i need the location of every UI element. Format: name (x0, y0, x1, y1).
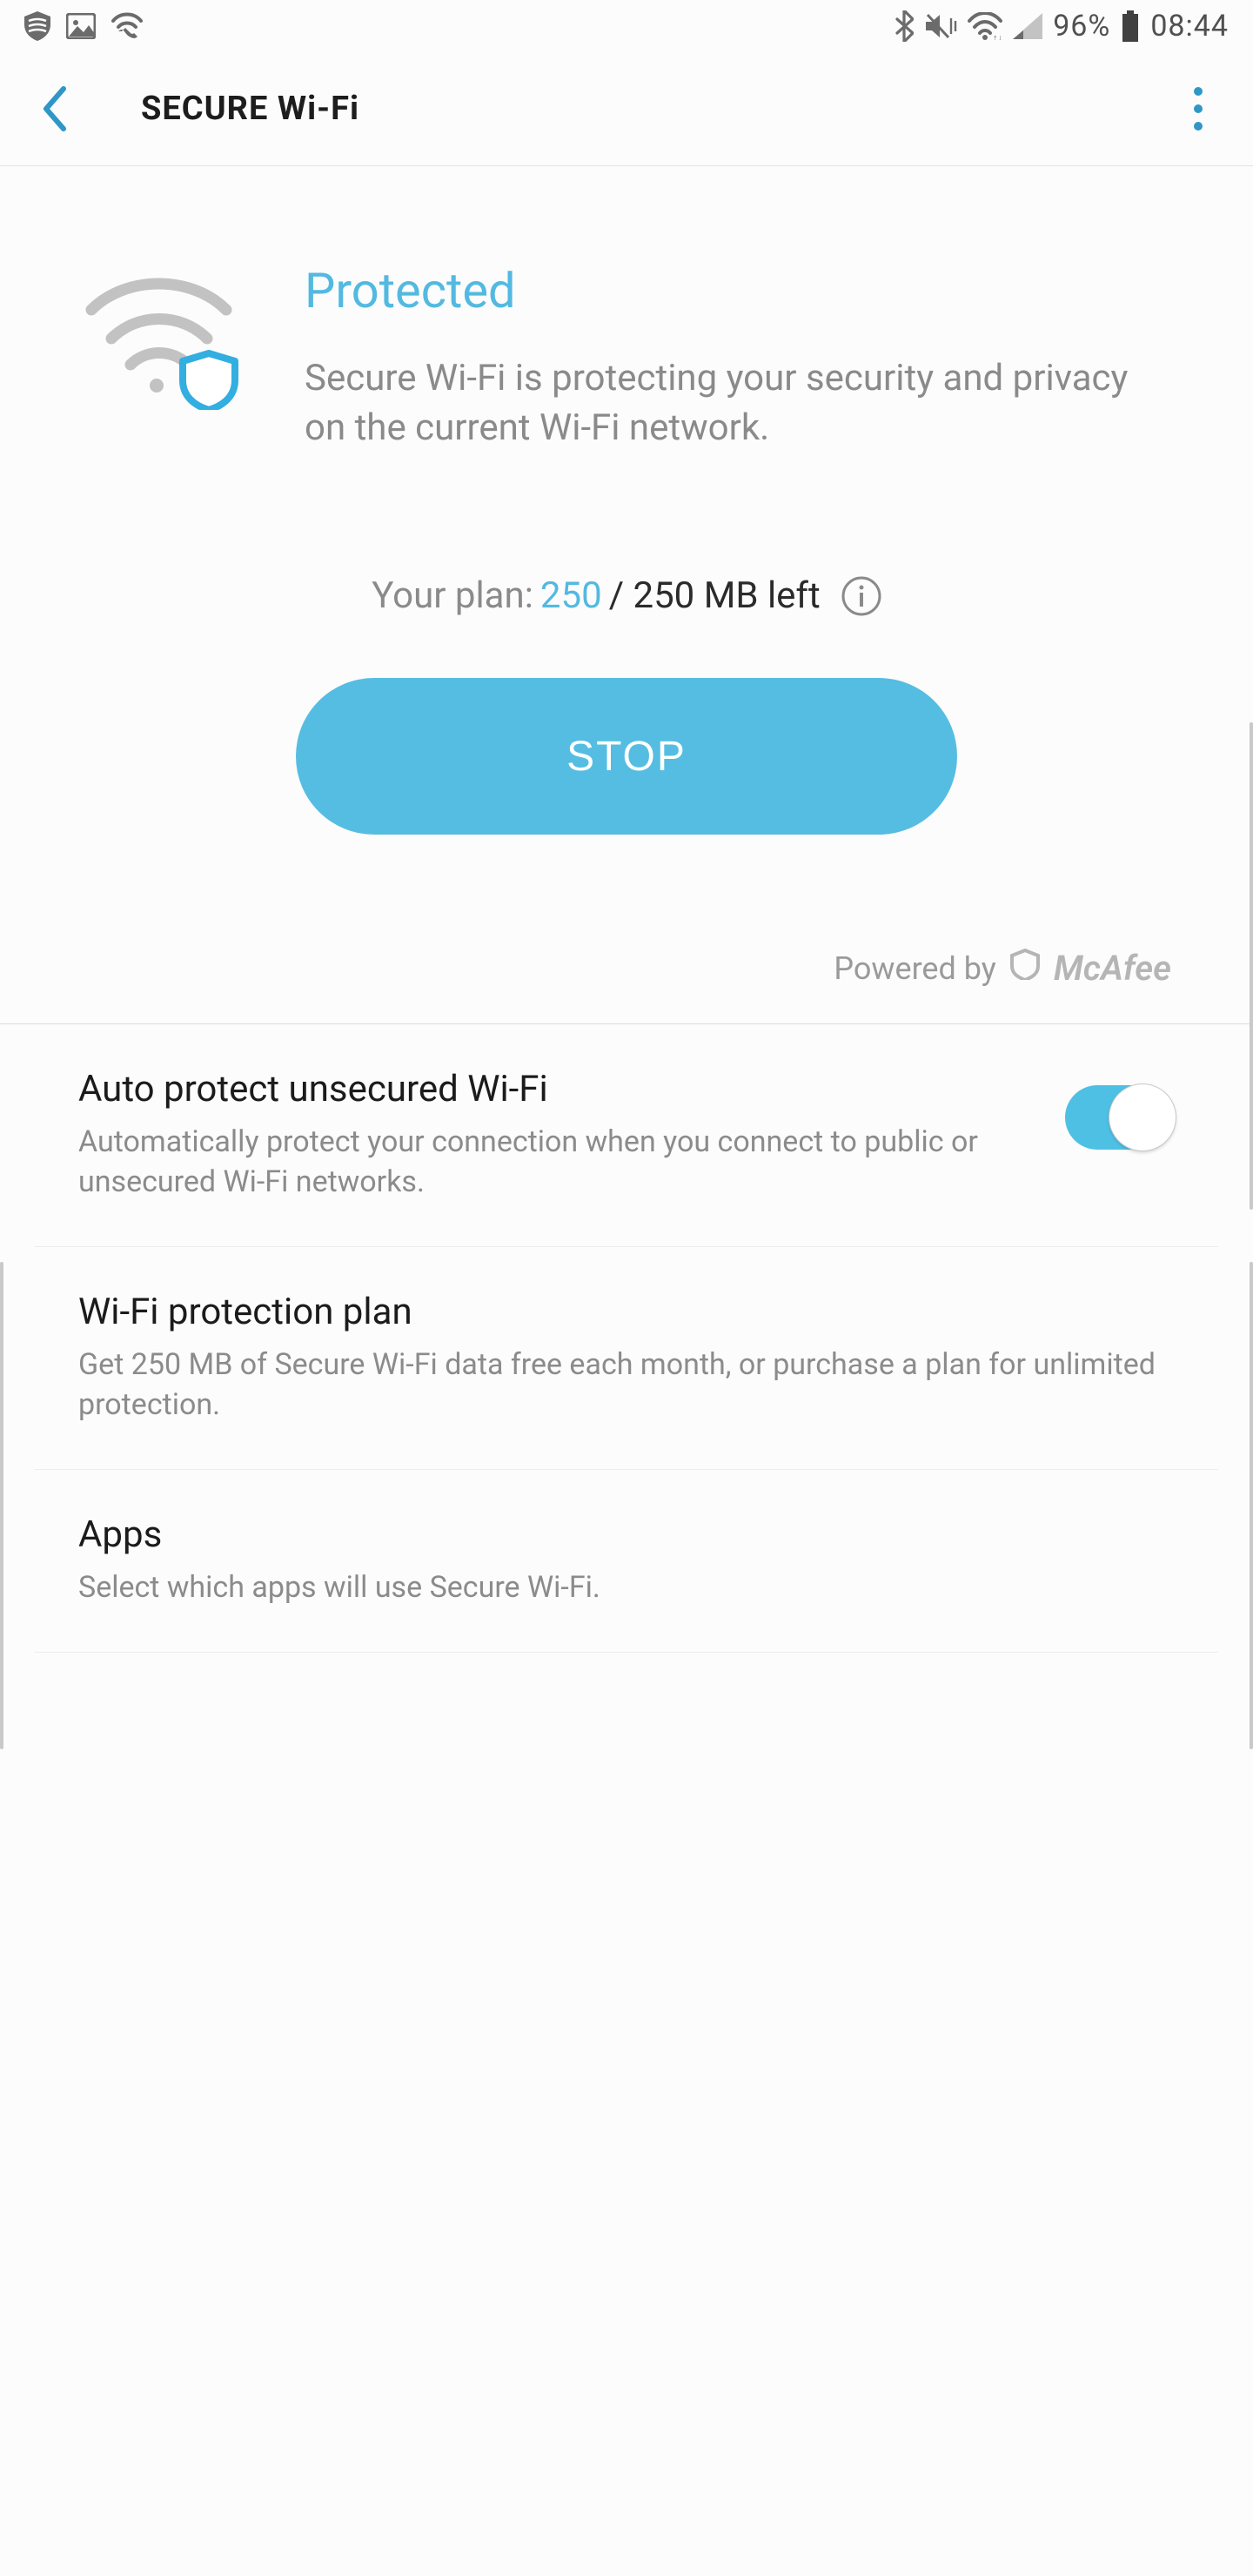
mute-vibrate-icon (924, 11, 957, 41)
scroll-indicator (1250, 1262, 1253, 1749)
protection-plan-row[interactable]: Wi-Fi protection plan Get 250 MB of Secu… (35, 1247, 1218, 1470)
chevron-left-icon (39, 85, 69, 132)
more-button[interactable] (1159, 70, 1237, 148)
plan-label: Your plan: (372, 574, 533, 617)
protection-status-title: Protected (305, 262, 1175, 319)
plan-used-value: 250 (540, 574, 602, 617)
scroll-indicator (0, 1262, 3, 1749)
list-item-desc: Get 250 MB of Secure Wi-Fi data free eac… (78, 1345, 1175, 1426)
stop-button[interactable]: STOP (296, 678, 957, 835)
plan-info-button[interactable] (841, 576, 881, 616)
scroll-indicator (1250, 722, 1253, 1210)
page-title: SECURE Wi-Fi (141, 90, 359, 128)
svg-text:↑↓: ↑↓ (993, 32, 1002, 40)
app-bar: SECURE Wi-Fi (0, 52, 1253, 166)
protection-status-card: Protected Secure Wi-Fi is protecting you… (0, 166, 1253, 1024)
list-item-title: Auto protect unsecured Wi-Fi (78, 1068, 1030, 1110)
wifi-icon: ↑↓ (968, 12, 1002, 40)
plan-usage-row: Your plan: 250 / 250 MB left (78, 574, 1175, 617)
status-left (24, 11, 143, 41)
battery-percent: 96% (1053, 9, 1110, 44)
list-item-desc: Select which apps will use Secure Wi-Fi. (78, 1568, 1175, 1608)
apps-row[interactable]: Apps Select which apps will use Secure W… (35, 1470, 1218, 1653)
bluetooth-icon (895, 10, 914, 42)
powered-by-label: Powered by (834, 950, 995, 987)
list-item-title: Apps (78, 1513, 1175, 1556)
list-item-desc: Automatically protect your connection wh… (78, 1123, 1030, 1203)
shield-status-icon (24, 11, 50, 41)
image-status-icon (66, 13, 96, 39)
more-vert-icon (1193, 86, 1203, 131)
settings-list: Auto protect unsecured Wi-Fi Automatical… (0, 1024, 1253, 1652)
plan-total-value: / 250 MB left (609, 574, 821, 617)
powered-by-brand: McAfee (1054, 948, 1171, 989)
mcafee-logo-icon (1010, 949, 1040, 988)
battery-icon (1121, 10, 1140, 42)
status-right: ↑↓ 96% 08:44 (895, 9, 1229, 44)
info-icon (841, 576, 881, 616)
status-bar: ↑↓ 96% 08:44 (0, 0, 1253, 52)
wifi-call-status-icon (111, 12, 143, 40)
auto-protect-row[interactable]: Auto protect unsecured Wi-Fi Automatical… (35, 1024, 1218, 1247)
wifi-shield-icon (78, 262, 261, 413)
protection-status-desc: Secure Wi-Fi is protecting your security… (305, 354, 1175, 453)
back-button[interactable] (10, 65, 97, 152)
auto-protect-toggle[interactable] (1065, 1085, 1175, 1150)
list-item-title: Wi-Fi protection plan (78, 1291, 1175, 1333)
cell-signal-icon (1013, 13, 1042, 39)
powered-by-row: Powered by McAfee (78, 948, 1175, 989)
status-time: 08:44 (1150, 9, 1229, 44)
